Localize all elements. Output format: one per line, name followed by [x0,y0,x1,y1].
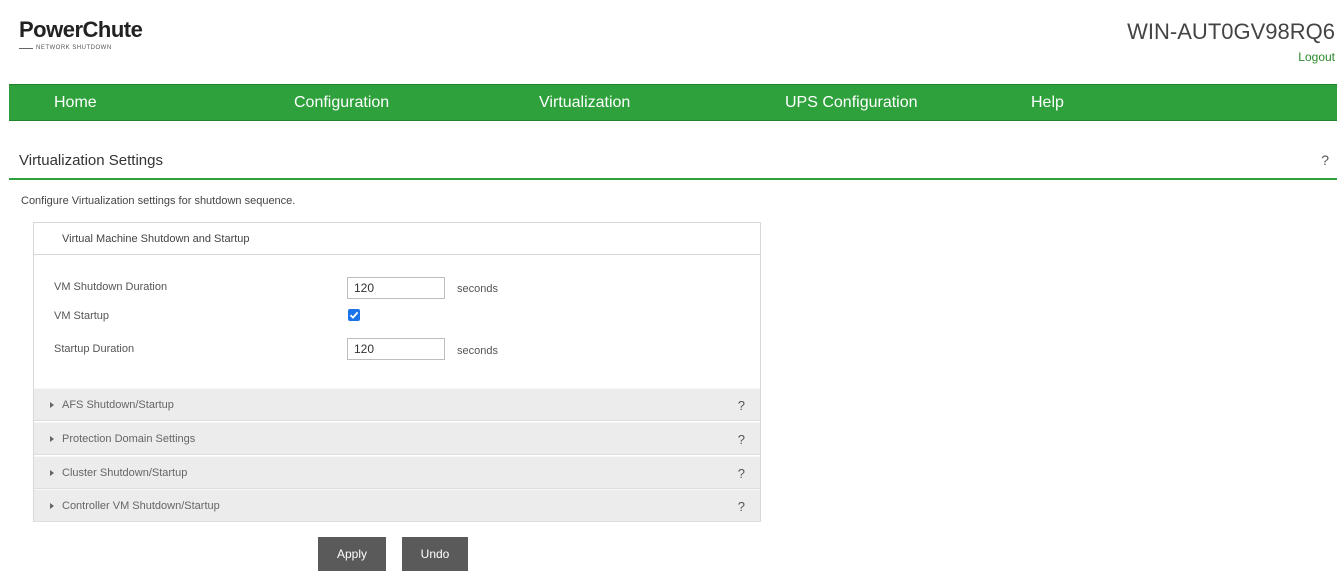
page-description: Configure Virtualization settings for sh… [21,195,296,207]
check-icon [349,311,359,319]
section-label: Protection Domain Settings [62,433,196,445]
panel-header-title: Virtual Machine Shutdown and Startup [62,233,250,245]
expand-arrow-icon [50,503,54,509]
vm-shutdown-duration-input[interactable] [347,277,445,299]
section-label: AFS Shutdown/Startup [62,399,174,411]
panel-header: Virtual Machine Shutdown and Startup [34,223,760,255]
vm-settings-panel: Virtual Machine Shutdown and Startup VM … [33,222,761,522]
nav-virtualization[interactable]: Virtualization [539,85,630,120]
logout-link[interactable]: Logout [1298,50,1335,64]
main-navigation: Home Configuration Virtualization UPS Co… [9,84,1337,121]
section-divider [9,178,1337,180]
vm-startup-checkbox[interactable] [348,309,360,321]
startup-duration-label: Startup Duration [54,343,135,355]
section-label: Controller VM Shutdown/Startup [62,500,220,512]
expand-arrow-icon [50,470,54,476]
logo-subtitle-row: NETWORK SHUTDOWN [19,44,142,52]
undo-button[interactable]: Undo [402,537,468,571]
vm-shutdown-duration-label: VM Shutdown Duration [54,281,168,293]
section-protection-domain-settings[interactable]: Protection Domain Settings ? [34,422,760,455]
vm-startup-label: VM Startup [54,310,110,322]
nav-ups-configuration[interactable]: UPS Configuration [785,85,918,120]
page-title: Virtualization Settings [19,152,163,169]
section-afs-shutdown-startup[interactable]: AFS Shutdown/Startup ? [34,388,760,421]
vm-shutdown-duration-unit: seconds [457,283,498,295]
help-icon[interactable]: ? [738,432,745,447]
help-icon[interactable]: ? [738,398,745,413]
nav-home[interactable]: Home [54,85,97,120]
nav-configuration[interactable]: Configuration [294,85,389,120]
section-controller-vm-shutdown-startup[interactable]: Controller VM Shutdown/Startup ? [34,489,760,522]
expand-arrow-icon [50,436,54,442]
help-icon[interactable]: ? [738,499,745,514]
hostname: WIN-AUT0GV98RQ6 [1127,19,1335,44]
section-label: Cluster Shutdown/Startup [62,467,188,479]
startup-duration-input[interactable] [347,338,445,360]
logo-title: PowerChute [19,17,143,42]
page-help-icon[interactable]: ? [1321,152,1329,168]
powerchute-logo: PowerChute NETWORK SHUTDOWN [19,17,143,52]
apply-button[interactable]: Apply [318,537,386,571]
logo-subtitle: NETWORK SHUTDOWN [36,45,112,51]
startup-duration-unit: seconds [457,345,498,357]
section-cluster-shutdown-startup[interactable]: Cluster Shutdown/Startup ? [34,456,760,489]
help-icon[interactable]: ? [738,466,745,481]
logo-divider [19,47,33,49]
expand-arrow-icon [50,402,54,408]
nav-help[interactable]: Help [1031,85,1064,120]
